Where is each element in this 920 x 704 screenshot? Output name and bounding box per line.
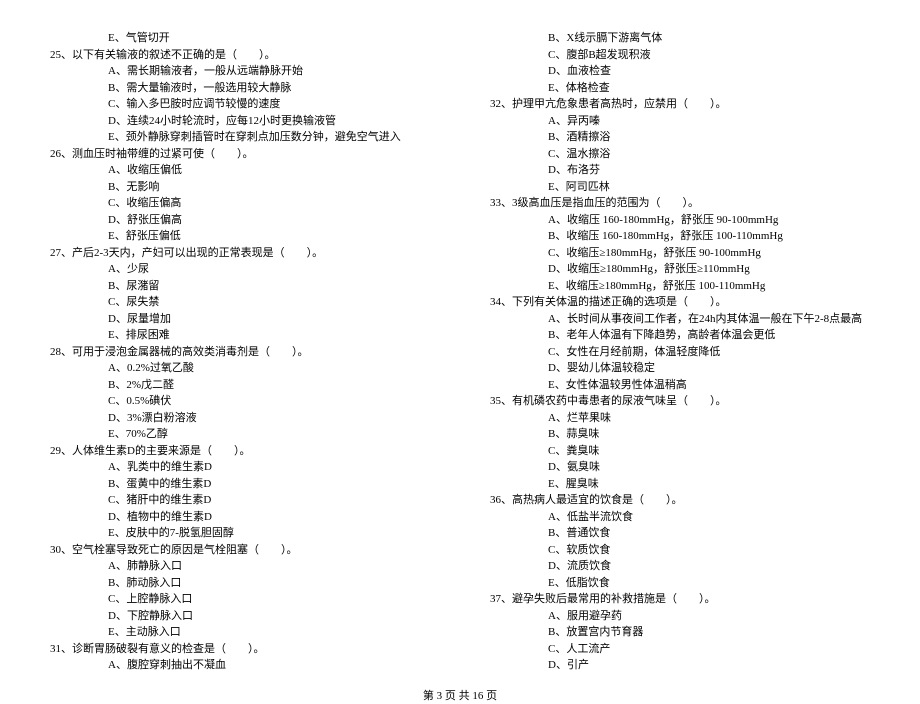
page-columns: E、气管切开 25、以下有关输液的叙述不正确的是（ ）。 A、需长期输液者，一般… — [50, 30, 870, 674]
option: E、主动脉入口 — [50, 624, 430, 641]
option: D、引产 — [490, 657, 870, 674]
option: B、老年人体温有下降趋势，高龄者体温会更低 — [490, 327, 870, 344]
option: D、婴幼儿体温较稳定 — [490, 360, 870, 377]
option: D、流质饮食 — [490, 558, 870, 575]
option: A、乳类中的维生素D — [50, 459, 430, 476]
option: B、2%戊二醛 — [50, 377, 430, 394]
option: C、输入多巴胺时应调节较慢的速度 — [50, 96, 430, 113]
option: E、排尿困难 — [50, 327, 430, 344]
option: B、需大量输液时，一般选用较大静脉 — [50, 80, 430, 97]
question: 27、产后2-3天内，产妇可以出现的正常表现是（ ）。 — [50, 245, 430, 262]
option: B、收缩压 160-180mmHg，舒张压 100-110mmHg — [490, 228, 870, 245]
option: C、温水擦浴 — [490, 146, 870, 163]
option: A、0.2%过氧乙酸 — [50, 360, 430, 377]
option: C、人工流产 — [490, 641, 870, 658]
option: B、蛋黄中的维生素D — [50, 476, 430, 493]
option: D、布洛芬 — [490, 162, 870, 179]
question: 31、诊断胃肠破裂有意义的检查是（ ）。 — [50, 641, 430, 658]
option: E、腥臭味 — [490, 476, 870, 493]
question: 34、下列有关体温的描述正确的选项是（ ）。 — [490, 294, 870, 311]
option: D、氨臭味 — [490, 459, 870, 476]
option: E、皮肤中的7-脱氢胆固醇 — [50, 525, 430, 542]
option: B、肺动脉入口 — [50, 575, 430, 592]
option: C、收缩压≥180mmHg，舒张压 90-100mmHg — [490, 245, 870, 262]
option: C、上腔静脉入口 — [50, 591, 430, 608]
question: 33、3级高血压是指血压的范围为（ ）。 — [490, 195, 870, 212]
question: 37、避孕失败后最常用的补救措施是（ ）。 — [490, 591, 870, 608]
option: A、异丙嗪 — [490, 113, 870, 130]
option: E、舒张压偏低 — [50, 228, 430, 245]
option: B、普通饮食 — [490, 525, 870, 542]
option: E、70%乙醇 — [50, 426, 430, 443]
right-column: B、X线示膈下游离气体 C、腹部B超发现积液 D、血液检查 E、体格检查 32、… — [490, 30, 870, 674]
option: D、连续24小时轮流时，应每12小时更换输液管 — [50, 113, 430, 130]
left-column: E、气管切开 25、以下有关输液的叙述不正确的是（ ）。 A、需长期输液者，一般… — [50, 30, 430, 674]
option: B、酒精擦浴 — [490, 129, 870, 146]
option: D、3%漂白粉溶液 — [50, 410, 430, 427]
option: B、放置宫内节育器 — [490, 624, 870, 641]
option: A、需长期输液者，一般从远端静脉开始 — [50, 63, 430, 80]
option: D、收缩压≥180mmHg，舒张压≥110mmHg — [490, 261, 870, 278]
option: B、无影响 — [50, 179, 430, 196]
option: E、颈外静脉穿刺插管时在穿刺点加压数分钟，避免空气进入 — [50, 129, 430, 146]
option: C、猪肝中的维生素D — [50, 492, 430, 509]
option: C、粪臭味 — [490, 443, 870, 460]
option: D、舒张压偏高 — [50, 212, 430, 229]
option: C、软质饮食 — [490, 542, 870, 559]
option: E、气管切开 — [50, 30, 430, 47]
option: C、尿失禁 — [50, 294, 430, 311]
option: A、收缩压 160-180mmHg，舒张压 90-100mmHg — [490, 212, 870, 229]
question: 28、可用于浸泡金属器械的高效类消毒剂是（ ）。 — [50, 344, 430, 361]
option: D、尿量增加 — [50, 311, 430, 328]
option: D、下腔静脉入口 — [50, 608, 430, 625]
option: E、低脂饮食 — [490, 575, 870, 592]
question: 25、以下有关输液的叙述不正确的是（ ）。 — [50, 47, 430, 64]
option: B、X线示膈下游离气体 — [490, 30, 870, 47]
question: 32、护理甲亢危象患者高热时，应禁用（ ）。 — [490, 96, 870, 113]
question: 26、测血压时袖带缠的过紧可使（ ）。 — [50, 146, 430, 163]
option: C、收缩压偏高 — [50, 195, 430, 212]
option: A、低盐半流饮食 — [490, 509, 870, 526]
option: A、腹腔穿刺抽出不凝血 — [50, 657, 430, 674]
question: 29、人体维生素D的主要来源是（ ）。 — [50, 443, 430, 460]
question: 30、空气栓塞导致死亡的原因是气栓阻塞（ ）。 — [50, 542, 430, 559]
option: E、收缩压≥180mmHg，舒张压 100-110mmHg — [490, 278, 870, 295]
question: 36、高热病人最适宜的饮食是（ ）。 — [490, 492, 870, 509]
option: E、阿司匹林 — [490, 179, 870, 196]
option: A、烂苹果味 — [490, 410, 870, 427]
option: C、腹部B超发现积液 — [490, 47, 870, 64]
option: B、尿潴留 — [50, 278, 430, 295]
option: E、女性体温较男性体温稍高 — [490, 377, 870, 394]
option: A、少尿 — [50, 261, 430, 278]
option: D、植物中的维生素D — [50, 509, 430, 526]
question: 35、有机磷农药中毒患者的尿液气味呈（ ）。 — [490, 393, 870, 410]
option: E、体格检查 — [490, 80, 870, 97]
option: A、肺静脉入口 — [50, 558, 430, 575]
option: B、蒜臭味 — [490, 426, 870, 443]
option: C、女性在月经前期，体温轻度降低 — [490, 344, 870, 361]
option: A、服用避孕药 — [490, 608, 870, 625]
option: A、长时间从事夜间工作者，在24h内其体温一般在下午2-8点最高 — [490, 311, 870, 328]
option: D、血液检查 — [490, 63, 870, 80]
page-footer: 第 3 页 共 16 页 — [50, 688, 870, 704]
option: C、0.5%碘伏 — [50, 393, 430, 410]
option: A、收缩压偏低 — [50, 162, 430, 179]
